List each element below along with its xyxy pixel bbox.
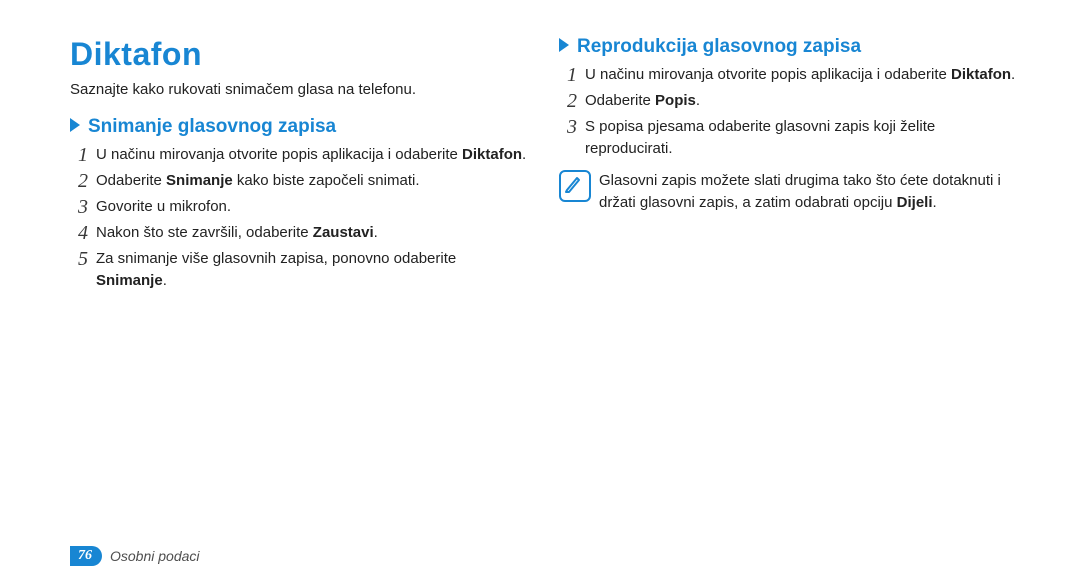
main-title: Diktafon — [70, 36, 531, 73]
step-number: 1 — [559, 64, 585, 86]
step-number: 2 — [70, 170, 96, 192]
step: 5 Za snimanje više glasovnih zapisa, pon… — [70, 248, 531, 292]
step: 3 S popisa pjesama odaberite glasovni za… — [559, 116, 1020, 160]
step: 2 Odaberite Popis. — [559, 90, 1020, 112]
step-body: Za snimanje više glasovnih zapisa, ponov… — [96, 248, 531, 292]
step-number: 3 — [70, 196, 96, 218]
step-body: U načinu mirovanja otvorite popis aplika… — [585, 64, 1020, 86]
step: 4 Nakon što ste završili, odaberite Zaus… — [70, 222, 531, 244]
step-body: S popisa pjesama odaberite glasovni zapi… — [585, 116, 1020, 160]
left-column: Diktafon Saznajte kako rukovati snimačem… — [70, 36, 555, 586]
subhead-playback-label: Reprodukcija glasovnog zapisa — [577, 36, 861, 58]
chevron-right-icon — [70, 116, 82, 138]
note-icon — [559, 170, 591, 202]
note-box: Glasovni zapis možete slati drugima tako… — [559, 170, 1020, 214]
step-number: 5 — [70, 248, 96, 270]
step-body: Odaberite Popis. — [585, 90, 1020, 112]
step-number: 1 — [70, 144, 96, 166]
step: 1 U načinu mirovanja otvorite popis apli… — [559, 64, 1020, 86]
page-number: 76 — [70, 546, 102, 566]
step-body: Govorite u mikrofon. — [96, 196, 531, 218]
chevron-right-icon — [559, 36, 571, 58]
step: 2 Odaberite Snimanje kako biste započeli… — [70, 170, 531, 192]
footer-section: Osobni podaci — [110, 548, 200, 564]
step-number: 3 — [559, 116, 585, 138]
subhead-playback: Reprodukcija glasovnog zapisa — [559, 36, 1020, 58]
playback-steps: 1 U načinu mirovanja otvorite popis apli… — [559, 64, 1020, 160]
step: 3 Govorite u mikrofon. — [70, 196, 531, 218]
footer: 76 Osobni podaci — [70, 546, 200, 566]
recording-steps: 1 U načinu mirovanja otvorite popis apli… — [70, 144, 531, 292]
step-body: Nakon što ste završili, odaberite Zausta… — [96, 222, 531, 244]
subhead-recording-label: Snimanje glasovnog zapisa — [88, 116, 336, 138]
intro-text: Saznajte kako rukovati snimačem glasa na… — [70, 81, 531, 98]
step-number: 4 — [70, 222, 96, 244]
step-body: U načinu mirovanja otvorite popis aplika… — [96, 144, 531, 166]
subhead-recording: Snimanje glasovnog zapisa — [70, 116, 531, 138]
note-body: Glasovni zapis možete slati drugima tako… — [599, 170, 1020, 214]
page: Diktafon Saznajte kako rukovati snimačem… — [0, 0, 1080, 586]
step-number: 2 — [559, 90, 585, 112]
step-body: Odaberite Snimanje kako biste započeli s… — [96, 170, 531, 192]
step: 1 U načinu mirovanja otvorite popis apli… — [70, 144, 531, 166]
right-column: Reprodukcija glasovnog zapisa 1 U načinu… — [555, 36, 1020, 586]
